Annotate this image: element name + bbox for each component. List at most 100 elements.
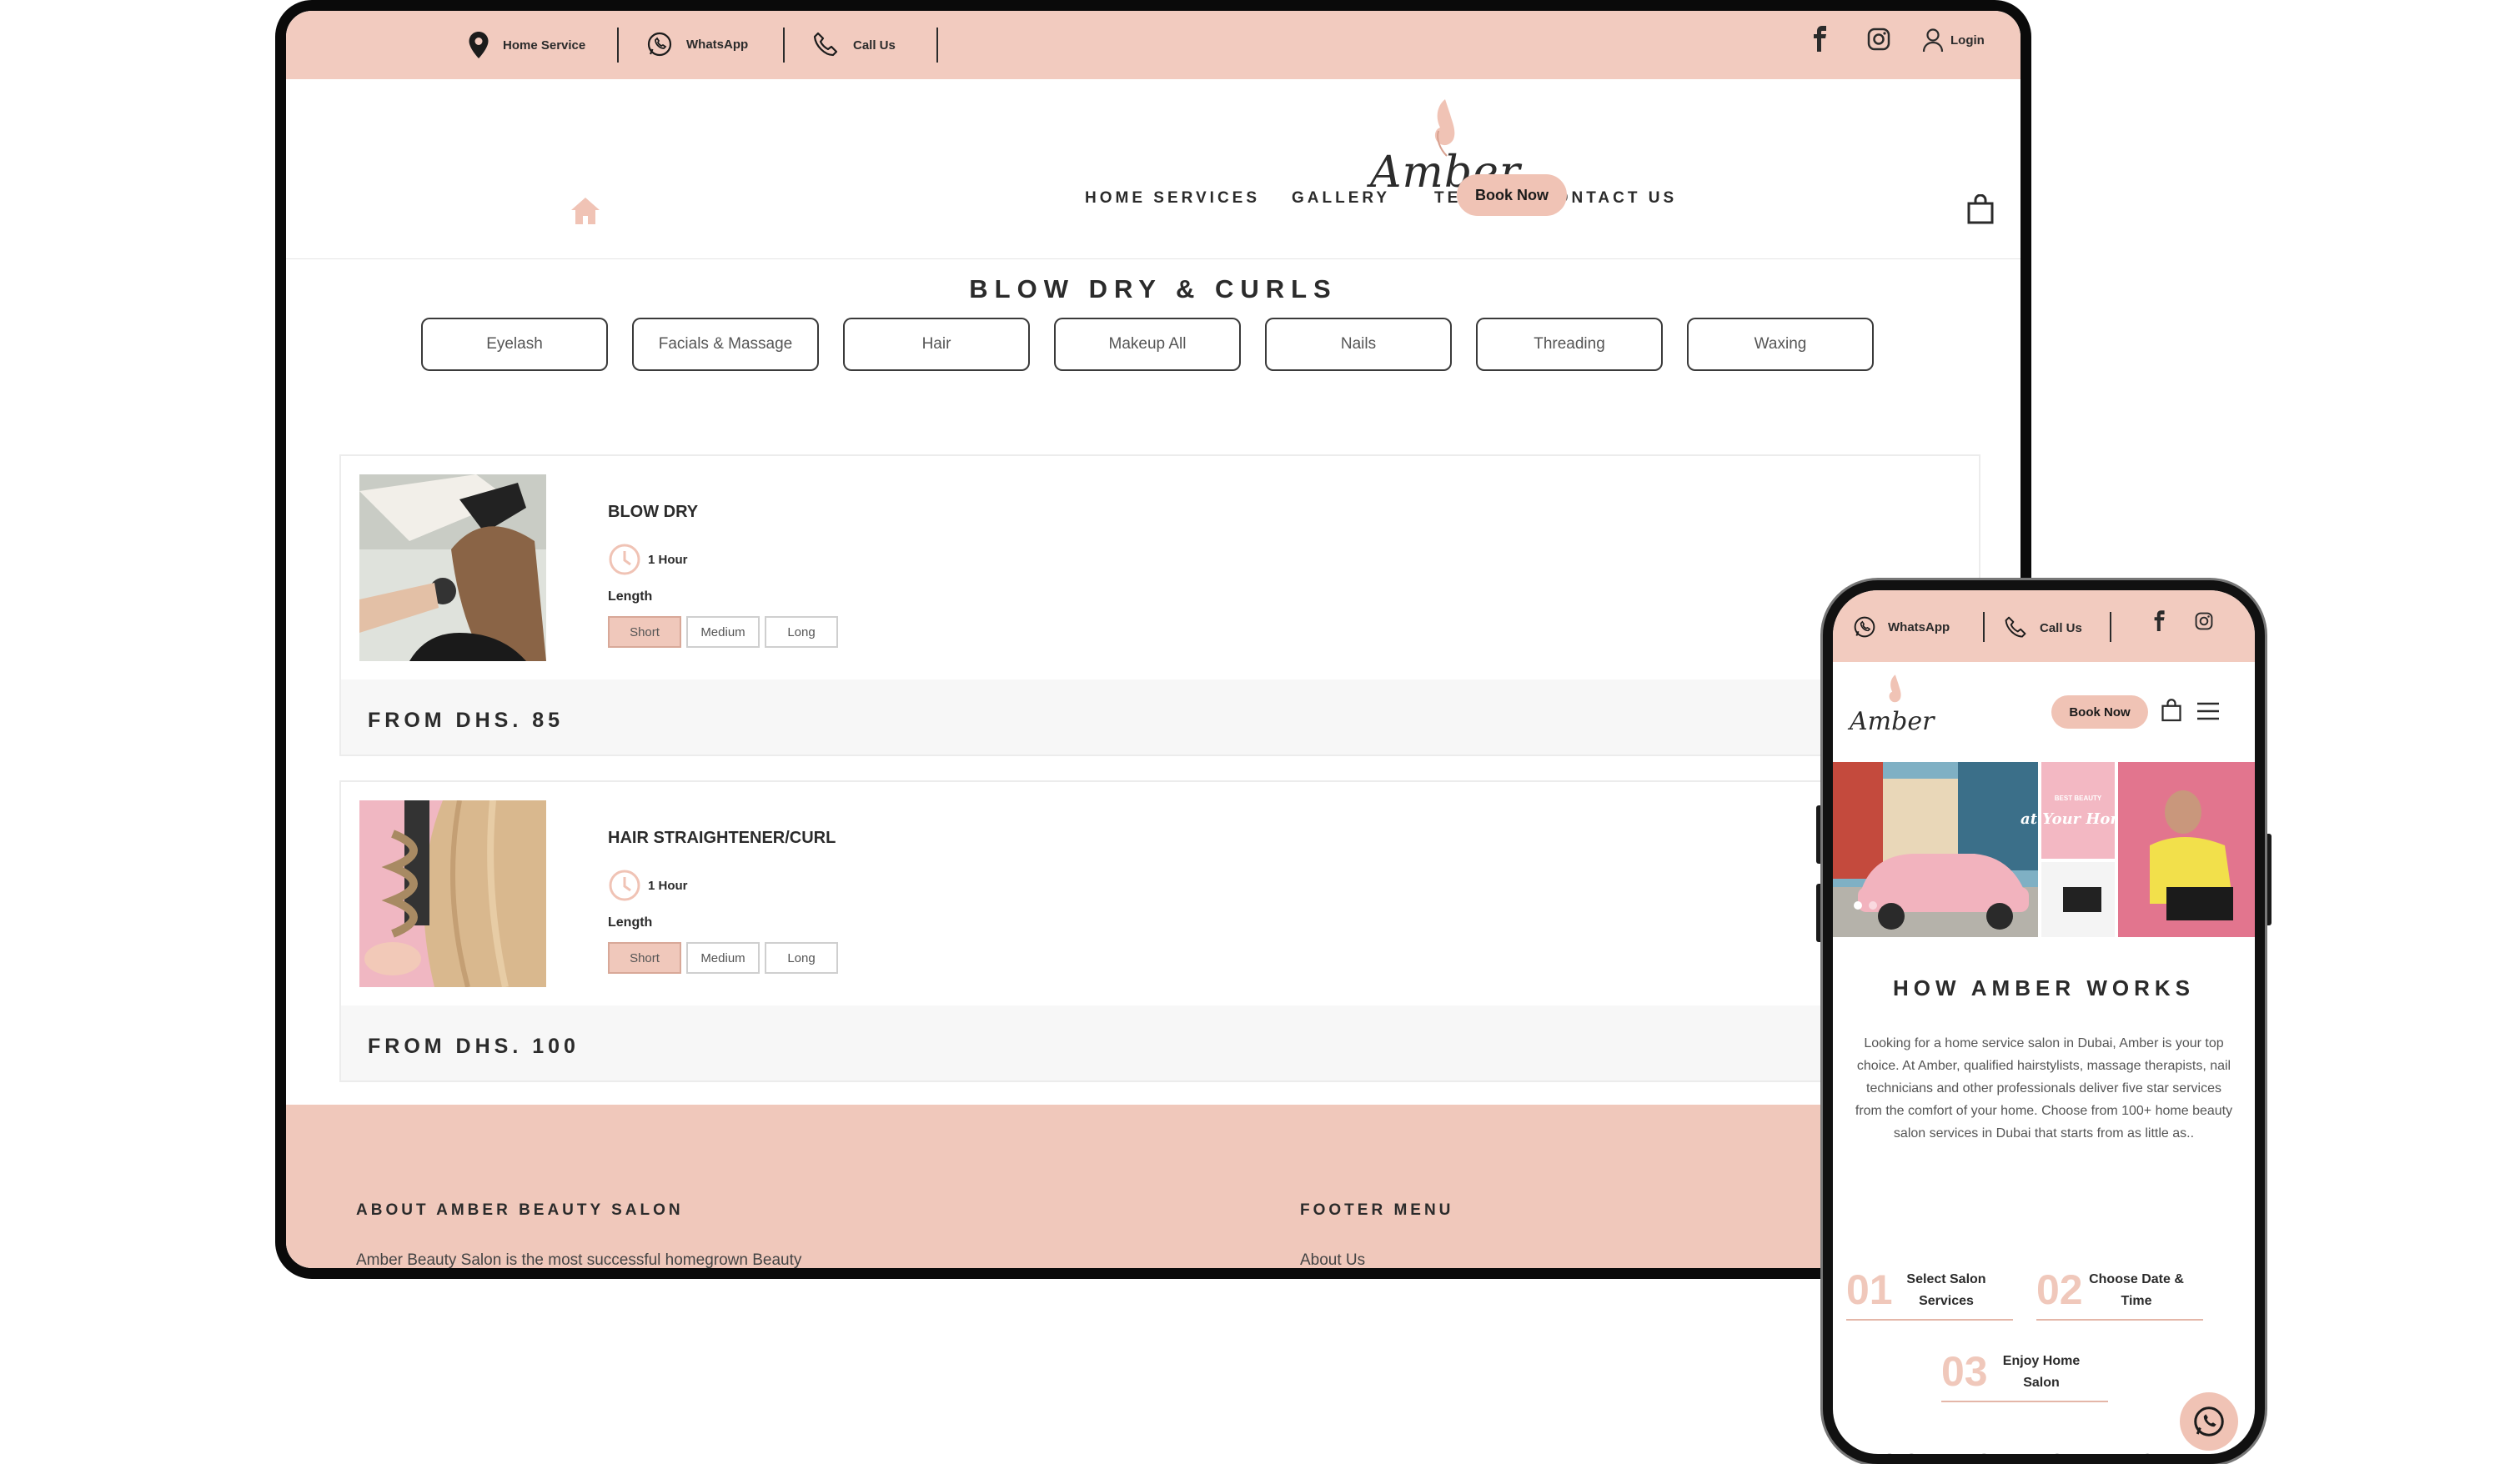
service-name: HAIR STRAIGHTENER/CURL <box>608 829 836 847</box>
service-duration: 1 Hour <box>608 543 688 576</box>
call-us-link[interactable]: Call Us <box>811 31 896 59</box>
whatsapp-icon <box>2194 1406 2224 1436</box>
phone-icon <box>2005 616 2026 638</box>
hero-small-text: BEST BEAUTY <box>2055 795 2102 802</box>
category-facials-massage[interactable]: Facials & Massage <box>632 318 819 371</box>
book-now-label: Book Now <box>1475 186 1549 203</box>
laptop-screen: Home Service WhatsApp Call Us Login HOME… <box>275 0 2031 1279</box>
duration-label: 1 Hour <box>648 552 688 567</box>
clock-icon <box>609 544 640 575</box>
footer-menu-title: FOOTER MENU <box>1300 1201 1454 1219</box>
category-waxing[interactable]: Waxing <box>1687 318 1874 371</box>
length-long-button[interactable]: Long <box>765 942 838 974</box>
divider <box>617 28 619 63</box>
category-label: Nails <box>1340 335 1377 353</box>
menu-icon[interactable] <box>2196 702 2220 720</box>
step-enjoy-salon: 03 Enjoy Home Salon <box>1941 1344 2108 1402</box>
facebook-icon[interactable] <box>2153 610 2166 632</box>
phone-header: Amber Book Now <box>1833 662 2255 762</box>
phone-side-button <box>1816 884 1823 942</box>
category-label: Eyelash <box>486 335 543 353</box>
whatsapp-link[interactable]: WhatsApp <box>646 31 748 58</box>
length-option-label: Long <box>787 624 816 639</box>
step-select-services: 01 Select Salon Services <box>1846 1262 2013 1321</box>
home-service-link[interactable]: Home Service <box>468 31 585 59</box>
user-icon <box>1922 28 1944 53</box>
phone-top-bar: WhatsApp Call Us <box>1833 590 2255 662</box>
top-bar: Home Service WhatsApp Call Us Login <box>286 11 2021 79</box>
service-image <box>359 800 546 987</box>
category-label: Makeup All <box>1108 335 1187 353</box>
service-price: FROM DHS. 100 <box>368 1035 580 1058</box>
call-us-label: Call Us <box>853 38 896 53</box>
carousel-dot[interactable] <box>1869 901 1877 910</box>
divider <box>1983 612 1985 642</box>
login-link[interactable]: Login <box>1922 28 1985 53</box>
whatsapp-label: WhatsApp <box>686 37 749 52</box>
footer: ABOUT AMBER BEAUTY SALON Amber Beauty Sa… <box>286 1105 2021 1268</box>
step-label: Choose Date & Time <box>2089 1272 2184 1308</box>
step-number: 03 <box>1941 1348 1988 1395</box>
carousel-dot[interactable] <box>1854 901 1862 910</box>
main-header: HOME SERVICES GALLERY TEAM CONTACT US Am… <box>286 79 2021 259</box>
length-long-button[interactable]: Long <box>765 616 838 648</box>
service-duration: 1 Hour <box>608 869 688 902</box>
shopping-bag-icon[interactable] <box>1967 194 1994 224</box>
divider <box>783 28 785 63</box>
phone-whatsapp-link[interactable]: WhatsApp <box>1853 615 1950 639</box>
category-eyelash[interactable]: Eyelash <box>421 318 608 371</box>
book-service-title: BOOK YOUR SERVICE AT HOME <box>1860 1449 2227 1464</box>
phone-side-button <box>2265 834 2272 925</box>
step-number: 02 <box>2036 1266 2083 1313</box>
whatsapp-icon <box>1854 616 1875 638</box>
length-option-label: Long <box>787 950 816 965</box>
category-threading[interactable]: Threading <box>1476 318 1663 371</box>
length-option-label: Medium <box>700 624 745 639</box>
step-label: Enjoy Home Salon <box>2002 1354 2081 1390</box>
facebook-icon[interactable] <box>1812 26 1829 53</box>
divider <box>2110 612 2111 642</box>
nav-home-services[interactable]: HOME SERVICES <box>1085 189 1260 208</box>
footer-about-title: ABOUT AMBER BEAUTY SALON <box>356 1201 684 1219</box>
length-label: Length <box>608 915 653 930</box>
length-label: Length <box>608 589 653 604</box>
length-option-label: Short <box>630 950 660 965</box>
clock-icon <box>609 870 640 901</box>
whatsapp-floating-button[interactable] <box>2180 1392 2238 1451</box>
page-title: BLOW DRY & CURLS <box>969 274 1338 303</box>
instagram-icon[interactable] <box>2195 612 2213 630</box>
login-label: Login <box>1950 33 1985 48</box>
shopping-bag-icon[interactable] <box>2161 699 2181 722</box>
phone-screen: WhatsApp Call Us Amber Book Now BEST BEA… <box>1823 580 2265 1464</box>
instagram-icon[interactable] <box>1867 28 1890 51</box>
length-medium-button[interactable]: Medium <box>686 616 760 648</box>
service-card-hair-straightener: HAIR STRAIGHTENER/CURL 1 Hour Length Sho… <box>339 780 1980 1082</box>
phone-book-now-button[interactable]: Book Now <box>2051 695 2148 729</box>
how-title: HOW AMBER WORKS <box>1892 975 2195 1000</box>
footer-link-about-us[interactable]: About Us <box>1300 1251 1365 1268</box>
phone-call-us-link[interactable]: Call Us <box>2003 615 2082 640</box>
length-medium-button[interactable]: Medium <box>686 942 760 974</box>
phone-hero-banner[interactable]: BEST BEAUTY at Your Home <box>1833 762 2255 937</box>
category-label: Waxing <box>1754 335 1807 353</box>
phone-icon <box>813 32 838 57</box>
book-now-button[interactable]: Book Now <box>1457 174 1567 216</box>
service-name: BLOW DRY <box>608 503 699 521</box>
phone-amber-logo[interactable]: Amber <box>1850 674 1941 749</box>
duration-label: 1 Hour <box>648 878 688 893</box>
price-bar <box>341 679 1979 755</box>
service-card-blow-dry: BLOW DRY 1 Hour Length Short Medium Long… <box>339 454 1980 756</box>
step-choose-date: 02 Choose Date & Time <box>2036 1262 2203 1321</box>
category-label: Hair <box>921 335 951 353</box>
length-short-button[interactable]: Short <box>608 942 681 974</box>
home-service-label: Home Service <box>503 38 586 53</box>
how-text: Looking for a home service salon in Duba… <box>1855 1036 2233 1141</box>
home-icon[interactable] <box>570 196 601 226</box>
service-image <box>359 474 546 661</box>
category-hair[interactable]: Hair <box>843 318 1030 371</box>
category-nails[interactable]: Nails <box>1265 318 1452 371</box>
length-short-button[interactable]: Short <box>608 616 681 648</box>
step-number: 01 <box>1846 1266 1893 1313</box>
category-makeup-all[interactable]: Makeup All <box>1054 318 1241 371</box>
call-us-label: Call Us <box>2040 620 2082 635</box>
